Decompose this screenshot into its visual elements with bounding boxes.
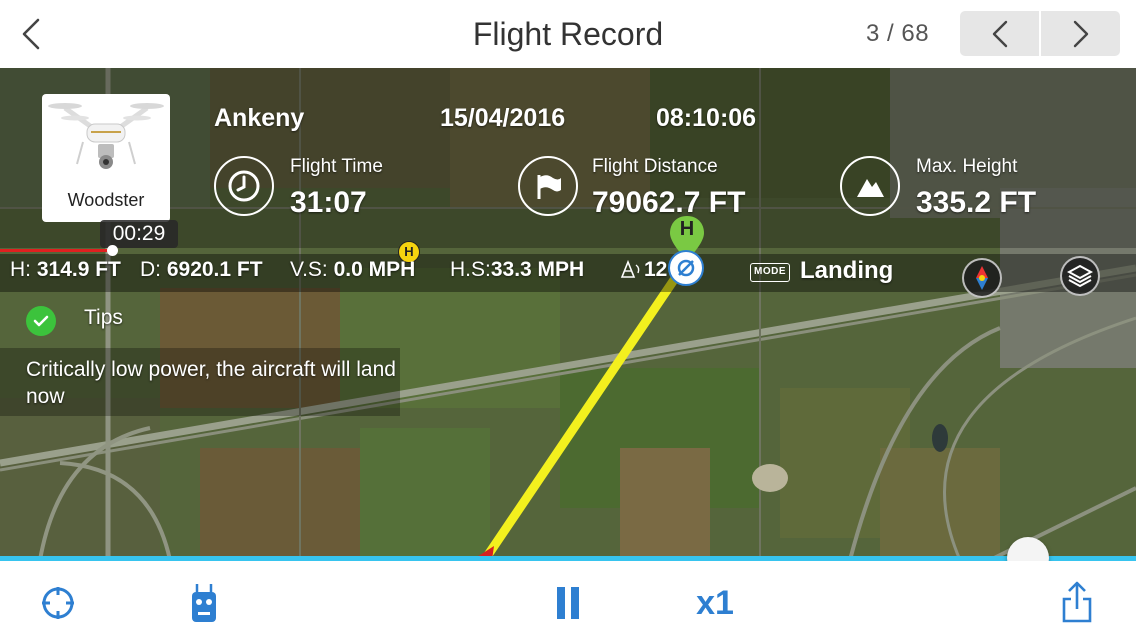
- aircraft-map-icon: [668, 250, 704, 286]
- vertical-speed-value: 0.0 MPH: [333, 258, 416, 281]
- drone-icon: [677, 259, 695, 277]
- share-icon: [1062, 581, 1092, 623]
- playback-speed-button[interactable]: x1: [690, 581, 740, 625]
- elapsed-progress-knob: [107, 245, 118, 256]
- drone-image: [48, 103, 164, 169]
- home-pin-label: H: [679, 218, 695, 240]
- next-record-button[interactable]: [1041, 11, 1120, 56]
- satellite-map[interactable]: Woodster Ankeny 15/04/2016 08:10:06 Flig…: [0, 68, 1136, 560]
- compass-button[interactable]: [962, 258, 1002, 298]
- flight-time-value: 31:07: [290, 186, 367, 219]
- flight-distance-label: Flight Distance: [592, 156, 718, 177]
- layers-icon: [1067, 264, 1093, 288]
- flight-start-time: 08:10:06: [656, 104, 757, 132]
- tips-label: Tips: [84, 306, 123, 329]
- height-label: H:: [10, 258, 31, 281]
- telemetry-vertical-speed: V.S: 0.0 MPH: [290, 258, 415, 282]
- compass-icon: [976, 266, 988, 290]
- vertical-speed-label: V.S:: [290, 258, 328, 281]
- satellite-icon: [620, 259, 640, 278]
- tips-message: Critically low power, the aircraft will …: [26, 358, 396, 408]
- top-bar: Flight Record 3 / 68: [0, 0, 1136, 68]
- horizontal-speed-value: 33.3 MPH: [490, 258, 585, 281]
- elapsed-time-badge: 00:29: [100, 220, 178, 248]
- record-pager: [960, 11, 1120, 56]
- chevron-right-icon: [1073, 20, 1088, 47]
- max-height-label: Max. Height: [916, 156, 1018, 177]
- elapsed-progress-line: [0, 249, 112, 252]
- horizontal-speed-label: H.S:: [450, 258, 491, 281]
- mountain-icon: [840, 156, 900, 216]
- tips-check-icon: [26, 306, 56, 336]
- crosshair-icon: [42, 587, 74, 619]
- map-layers-button[interactable]: [1060, 256, 1100, 296]
- telemetry-gps: 12: [620, 258, 667, 282]
- distance-value: 6920.1 FT: [166, 258, 263, 281]
- remote-controller-button[interactable]: [184, 581, 224, 625]
- remote-controller-icon: [192, 584, 216, 622]
- flight-record-screen: Flight Record 3 / 68 Woodster Ankeny 15/…: [0, 0, 1136, 640]
- flight-location: Ankeny: [214, 104, 305, 132]
- aircraft-name: Woodster: [67, 190, 145, 210]
- distance-label: D:: [140, 258, 161, 281]
- telemetry-distance: D: 6920.1 FT: [140, 258, 263, 282]
- clock-icon: [214, 156, 274, 216]
- height-value: 314.9 FT: [36, 258, 121, 281]
- flight-date: 15/04/2016: [440, 104, 566, 132]
- flight-time-label: Flight Time: [290, 156, 383, 177]
- flight-mode-value: Landing: [800, 257, 894, 284]
- chevron-left-icon: [992, 20, 1007, 47]
- share-button[interactable]: [1056, 579, 1098, 625]
- max-height-value: 335.2 FT: [916, 186, 1037, 219]
- aircraft-card[interactable]: Woodster: [42, 94, 170, 222]
- previous-record-button[interactable]: [960, 11, 1039, 56]
- locate-button[interactable]: [38, 583, 78, 623]
- gps-satellite-count: 12: [644, 258, 668, 281]
- pause-button[interactable]: [550, 581, 586, 625]
- flag-icon: [518, 156, 578, 216]
- bottom-toolbar: x1: [0, 561, 1136, 640]
- telemetry-height: H: 314.9 FT: [10, 258, 121, 282]
- telemetry-horizontal-speed: H.S:33.3 MPH: [450, 258, 584, 282]
- record-counter: 3 / 68: [866, 20, 930, 47]
- pause-icon: [557, 587, 579, 619]
- mode-badge: MODE: [750, 263, 790, 282]
